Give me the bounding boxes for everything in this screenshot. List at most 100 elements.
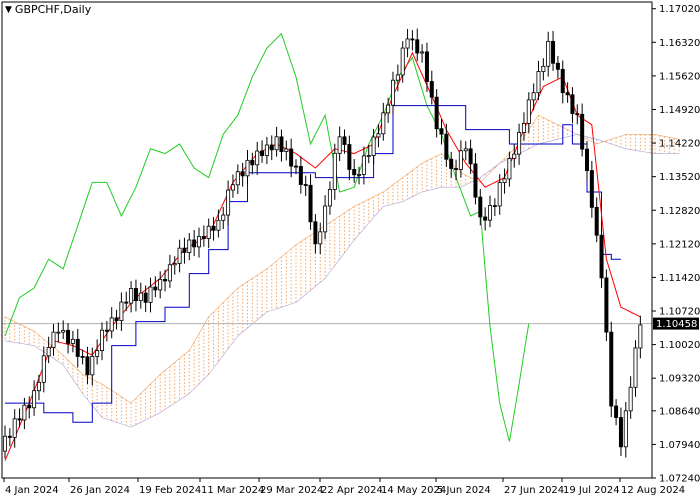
candle: [114, 309, 119, 330]
kumo-cloud: [4, 114, 680, 428]
candle: [269, 135, 274, 161]
candle-body: [323, 205, 328, 233]
candle-body: [536, 71, 541, 94]
candle-body: [560, 68, 565, 94]
candle: [347, 135, 352, 181]
candle: [318, 222, 323, 255]
candle: [32, 380, 37, 416]
candle-body: [124, 301, 129, 304]
candle-body: [458, 150, 463, 170]
candle-body: [618, 417, 623, 448]
candle-body: [46, 347, 51, 357]
candle-body: [235, 171, 240, 186]
candle-body: [570, 94, 575, 115]
candle-body: [133, 288, 138, 302]
candle: [80, 349, 85, 365]
candle: [483, 207, 488, 231]
candle: [555, 55, 560, 79]
candle-body: [473, 163, 478, 198]
candle-body: [429, 81, 434, 98]
candle-body: [371, 136, 376, 156]
candle-body: [502, 178, 507, 183]
candle-body: [366, 155, 371, 157]
y-tick-label: 1.14220: [659, 139, 700, 150]
candle-body: [211, 225, 216, 231]
candle-body: [633, 347, 638, 388]
candle-body: [531, 92, 536, 101]
candle: [541, 58, 546, 81]
candle: [420, 44, 425, 63]
candle: [66, 323, 71, 354]
candle: [575, 104, 580, 125]
candle: [361, 146, 366, 185]
candle: [298, 156, 303, 194]
candle: [585, 141, 590, 180]
candle-body: [424, 51, 429, 82]
candle-body: [80, 356, 85, 358]
candle-body: [70, 338, 75, 344]
candle-body: [517, 132, 522, 155]
x-tick-label: 27 Jun 2024: [504, 485, 564, 496]
candle: [546, 31, 551, 77]
candle-body: [3, 435, 8, 452]
candle-body: [623, 410, 628, 448]
senkou-span-b-line: [4, 134, 680, 428]
candle: [342, 129, 347, 154]
candle: [390, 71, 395, 114]
candle-body: [395, 74, 400, 81]
candle-body: [100, 329, 105, 351]
candle: [221, 206, 226, 230]
candle-body: [109, 317, 114, 332]
candle-body: [293, 165, 298, 168]
y-tick-label: 1.11420: [659, 273, 700, 284]
candle-body: [444, 133, 449, 160]
y-tick-label: 1.15620: [659, 71, 700, 82]
y-tick-label: 1.09320: [659, 374, 700, 385]
candle-body: [313, 221, 318, 245]
candle-body: [487, 205, 492, 221]
candle: [633, 340, 638, 397]
candle: [95, 339, 100, 365]
candle-body: [284, 148, 289, 152]
candle: [46, 336, 51, 364]
y-tick-label: 1.17020: [659, 4, 700, 15]
triangle-down-icon: ▼: [5, 4, 12, 15]
candle-body: [483, 216, 488, 221]
candle: [138, 282, 143, 309]
candle: [153, 276, 158, 298]
candle: [148, 277, 153, 313]
candle: [119, 292, 124, 331]
candle: [526, 92, 531, 133]
candle-body: [361, 155, 366, 175]
candle: [255, 141, 260, 175]
candle: [250, 152, 255, 175]
x-tick-label: 4 Jan 2024: [5, 485, 59, 496]
candle-body: [104, 329, 109, 332]
candle: [3, 425, 8, 459]
candle: [551, 30, 556, 71]
x-tick-label: 11 Mar 2024: [201, 485, 264, 496]
candle-body: [66, 329, 71, 344]
candle: [594, 197, 599, 243]
y-tick-label: 1.10020: [659, 340, 700, 351]
candle-body: [318, 231, 323, 245]
candle-body: [463, 148, 468, 152]
candle-body: [521, 122, 526, 133]
candle-body: [36, 381, 41, 392]
candle-body: [177, 247, 182, 264]
candle: [517, 123, 522, 165]
candle: [70, 330, 75, 353]
candle-body: [551, 40, 556, 64]
candle: [274, 126, 279, 157]
candle-body: [119, 301, 124, 322]
candle-body: [240, 171, 245, 177]
candle-body: [167, 264, 172, 282]
candle: [133, 279, 138, 312]
candle: [410, 30, 415, 51]
candle: [293, 159, 298, 175]
candle: [129, 281, 134, 313]
candle-body: [148, 286, 153, 303]
candle-body: [153, 286, 158, 291]
candle: [289, 138, 294, 178]
candle: [609, 321, 614, 418]
